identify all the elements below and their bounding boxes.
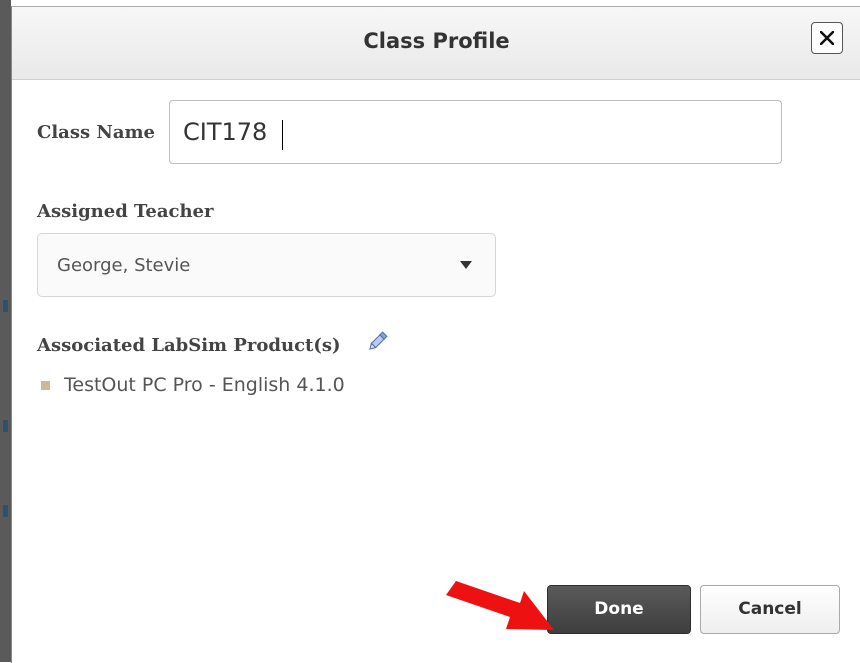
teacher-selected-value: George, Stevie <box>57 255 191 276</box>
backdrop-mark <box>3 300 8 312</box>
class-name-input[interactable] <box>169 100 782 164</box>
dialog-title: Class Profile <box>363 29 510 53</box>
close-icon <box>820 31 834 45</box>
assigned-teacher-label: Assigned Teacher <box>37 201 214 222</box>
backdrop-mark <box>3 420 8 432</box>
pencil-icon[interactable] <box>365 330 389 354</box>
close-button[interactable] <box>811 22 843 54</box>
list-bullet <box>41 381 50 390</box>
products-label: Associated LabSim Product(s) <box>37 335 341 356</box>
class-name-label: Class Name <box>37 122 155 143</box>
dialog-titlebar: Class Profile <box>12 7 860 80</box>
backdrop-mark <box>3 505 8 517</box>
teacher-select[interactable]: George, Stevie <box>37 233 496 297</box>
backdrop-edge <box>0 0 11 662</box>
class-profile-dialog: Class Profile Class Name Assigned Teache… <box>11 6 860 663</box>
red-arrow-annotation <box>446 581 554 630</box>
chevron-down-icon <box>460 261 472 269</box>
cancel-button[interactable]: Cancel <box>700 585 840 634</box>
product-list-item: TestOut PC Pro - English 4.1.0 <box>64 374 345 396</box>
text-cursor <box>282 120 283 150</box>
done-button[interactable]: Done <box>547 585 691 634</box>
